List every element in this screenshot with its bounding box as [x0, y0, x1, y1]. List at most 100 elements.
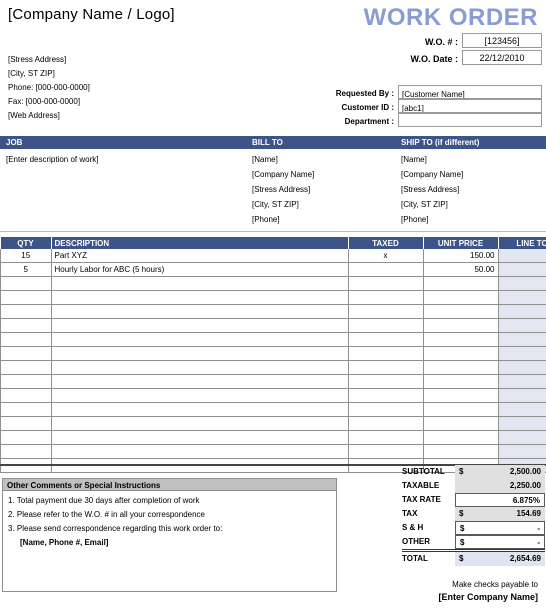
- bill-to-line[interactable]: [Company Name]: [252, 168, 314, 181]
- cell-line-total[interactable]: -: [497, 276, 546, 291]
- cell-qty[interactable]: [0, 290, 52, 305]
- cell-unit-price[interactable]: [422, 318, 499, 333]
- table-row[interactable]: -: [0, 416, 546, 431]
- cell-qty[interactable]: [0, 430, 52, 445]
- cell-unit-price[interactable]: [422, 346, 499, 361]
- bill-to-line[interactable]: [Phone]: [252, 213, 280, 226]
- cell-qty[interactable]: 15: [0, 249, 52, 263]
- cell-taxed[interactable]: [347, 332, 424, 347]
- cell-qty[interactable]: [0, 360, 52, 375]
- table-row[interactable]: 15Part XYZx150.002,250.00: [0, 249, 546, 263]
- cell-taxed[interactable]: [347, 444, 424, 459]
- cell-unit-price[interactable]: [422, 430, 499, 445]
- cell-description[interactable]: [50, 276, 349, 291]
- table-row[interactable]: -: [0, 290, 546, 305]
- bill-to-line[interactable]: [Name]: [252, 153, 278, 166]
- cell-line-total[interactable]: -: [497, 290, 546, 305]
- bill-to-line[interactable]: [City, ST ZIP]: [252, 198, 299, 211]
- cell-qty[interactable]: [0, 416, 52, 431]
- cell-qty[interactable]: [0, 388, 52, 403]
- cell-taxed[interactable]: [347, 388, 424, 403]
- table-row[interactable]: -: [0, 360, 546, 375]
- table-row[interactable]: -: [0, 374, 546, 389]
- ship-to-line[interactable]: [Name]: [401, 153, 427, 166]
- table-row[interactable]: -: [0, 304, 546, 319]
- table-row[interactable]: -: [0, 276, 546, 291]
- cell-taxed[interactable]: [347, 318, 424, 333]
- cell-description[interactable]: [50, 304, 349, 319]
- wo-number-field[interactable]: [123456]: [462, 33, 542, 48]
- cell-description[interactable]: Hourly Labor for ABC (5 hours): [50, 262, 349, 277]
- cell-taxed[interactable]: [347, 290, 424, 305]
- cell-taxed[interactable]: [347, 360, 424, 375]
- cell-unit-price[interactable]: [422, 332, 499, 347]
- ship-to-line[interactable]: [Stress Address]: [401, 183, 459, 196]
- table-row[interactable]: -: [0, 444, 546, 459]
- job-description[interactable]: [Enter description of work]: [6, 153, 98, 166]
- cell-taxed[interactable]: [347, 416, 424, 431]
- cell-taxed[interactable]: [347, 374, 424, 389]
- department-field[interactable]: [398, 113, 542, 127]
- cell-taxed[interactable]: [347, 346, 424, 361]
- table-row[interactable]: 5Hourly Labor for ABC (5 hours) 50.00250.…: [0, 262, 546, 277]
- cell-unit-price[interactable]: [422, 304, 499, 319]
- table-row[interactable]: -: [0, 318, 546, 333]
- cell-unit-price[interactable]: [422, 276, 499, 291]
- cell-taxed[interactable]: [347, 304, 424, 319]
- total-value-s-h[interactable]: $ -: [455, 521, 545, 535]
- cell-line-total[interactable]: -: [497, 430, 546, 445]
- cell-unit-price[interactable]: [422, 416, 499, 431]
- cell-unit-price[interactable]: [422, 290, 499, 305]
- requested-by-field[interactable]: [Customer Name]: [398, 85, 542, 99]
- cell-unit-price[interactable]: [422, 360, 499, 375]
- ship-to-line[interactable]: [Company Name]: [401, 168, 463, 181]
- cell-taxed[interactable]: x: [347, 249, 424, 263]
- cell-description[interactable]: [50, 332, 349, 347]
- cell-description[interactable]: [50, 374, 349, 389]
- table-row[interactable]: -: [0, 402, 546, 417]
- table-row[interactable]: -: [0, 430, 546, 445]
- bill-to-line[interactable]: [Stress Address]: [252, 183, 310, 196]
- ship-to-line[interactable]: [City, ST ZIP]: [401, 198, 448, 211]
- cell-description[interactable]: [50, 290, 349, 305]
- cell-qty[interactable]: [0, 332, 52, 347]
- table-row[interactable]: -: [0, 388, 546, 403]
- cell-qty[interactable]: [0, 444, 52, 459]
- cell-qty[interactable]: 5: [0, 262, 52, 277]
- cell-line-total[interactable]: -: [497, 318, 546, 333]
- cell-unit-price[interactable]: 150.00: [422, 249, 499, 263]
- cell-unit-price[interactable]: [422, 388, 499, 403]
- cell-description[interactable]: [50, 430, 349, 445]
- cell-qty[interactable]: [0, 346, 52, 361]
- cell-taxed[interactable]: [347, 430, 424, 445]
- table-row[interactable]: -: [0, 346, 546, 361]
- cell-description[interactable]: [50, 388, 349, 403]
- table-row[interactable]: -: [0, 332, 546, 347]
- cell-line-total[interactable]: -: [497, 374, 546, 389]
- cell-qty[interactable]: [0, 318, 52, 333]
- customer-id-field[interactable]: [abc1]: [398, 99, 542, 113]
- cell-taxed[interactable]: [347, 262, 424, 277]
- cell-line-total[interactable]: -: [497, 346, 546, 361]
- cell-line-total[interactable]: -: [497, 332, 546, 347]
- cell-unit-price[interactable]: 50.00: [422, 262, 499, 277]
- cell-unit-price[interactable]: [422, 444, 499, 459]
- cell-qty[interactable]: [0, 276, 52, 291]
- cell-line-total[interactable]: -: [497, 388, 546, 403]
- cell-line-total[interactable]: -: [497, 444, 546, 459]
- cell-unit-price[interactable]: [422, 402, 499, 417]
- cell-line-total[interactable]: -: [497, 360, 546, 375]
- cell-description[interactable]: [50, 444, 349, 459]
- cell-description[interactable]: Part XYZ: [50, 249, 349, 263]
- cell-unit-price[interactable]: [422, 374, 499, 389]
- cell-line-total[interactable]: 250.00: [497, 262, 546, 277]
- cell-line-total[interactable]: -: [497, 304, 546, 319]
- wo-date-field[interactable]: 22/12/2010: [462, 50, 542, 65]
- cell-taxed[interactable]: [347, 276, 424, 291]
- cell-description[interactable]: [50, 318, 349, 333]
- total-value-tax-rate[interactable]: 6.875%: [455, 493, 545, 507]
- cell-line-total[interactable]: 2,250.00: [497, 249, 546, 263]
- cell-qty[interactable]: [0, 402, 52, 417]
- cell-description[interactable]: [50, 416, 349, 431]
- cell-taxed[interactable]: [347, 402, 424, 417]
